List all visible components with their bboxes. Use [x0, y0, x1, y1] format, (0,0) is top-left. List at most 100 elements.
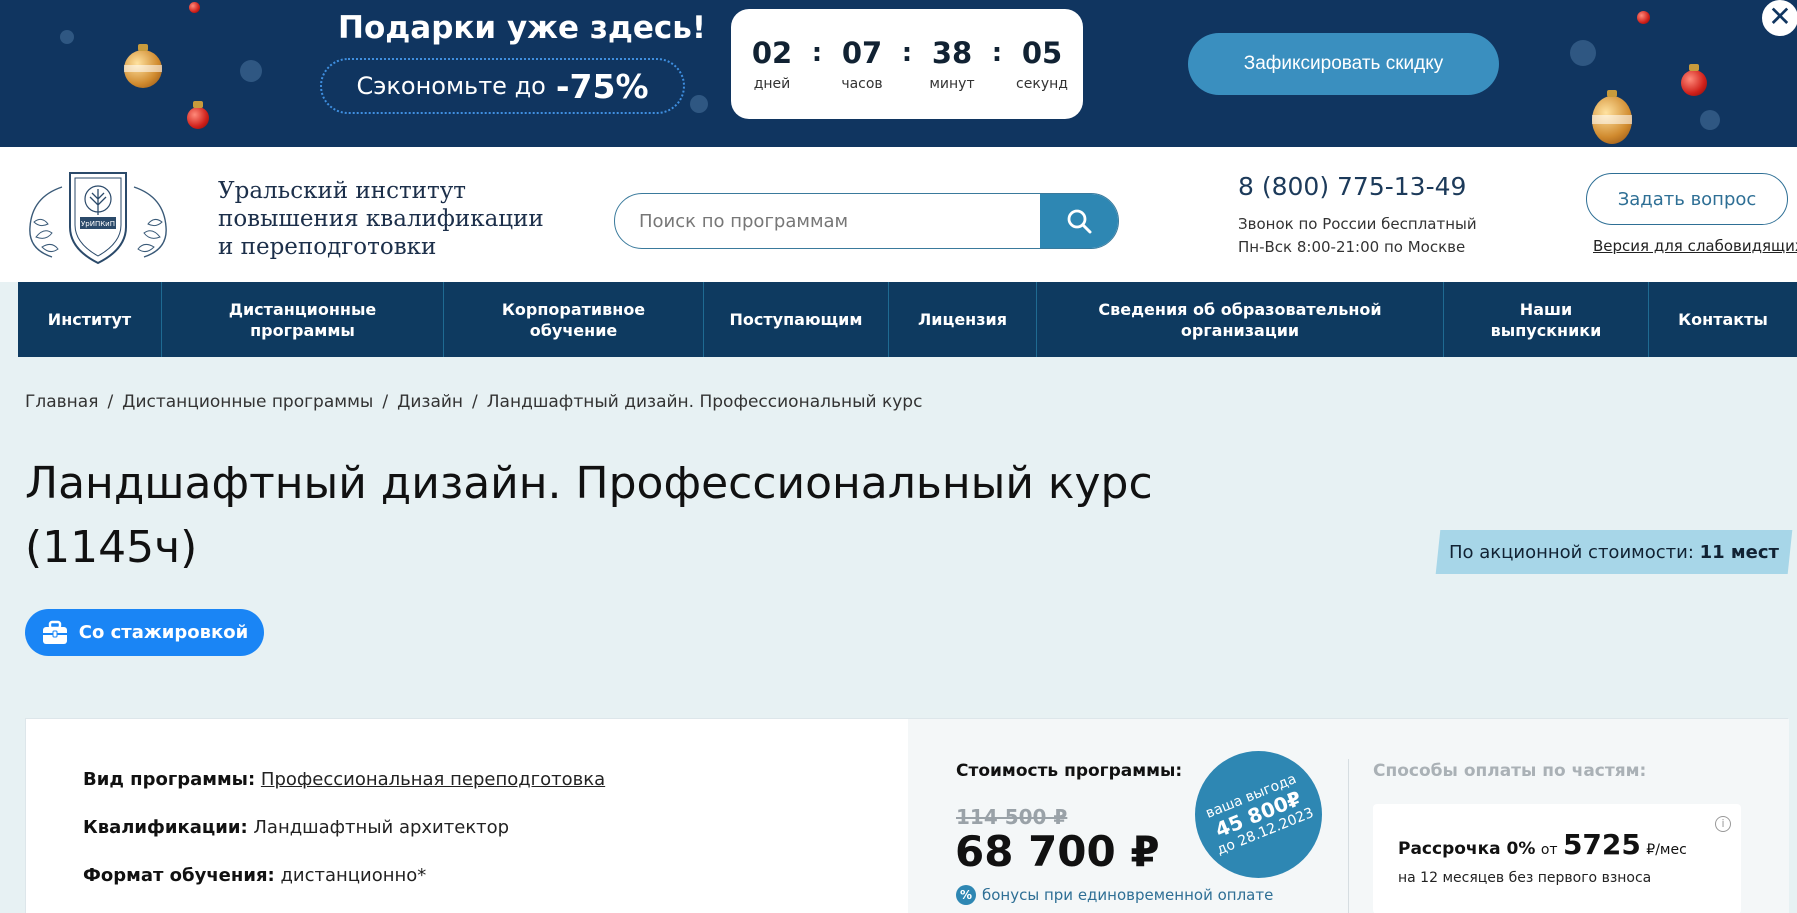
installment-amount: 5725: [1562, 828, 1641, 861]
nav-item-label: Институт: [47, 310, 132, 329]
nav-item-label: программы: [250, 320, 355, 340]
promo-seats-tag: По акционной стоимости: 11 мест: [1435, 530, 1793, 574]
timer-separator: :: [811, 38, 823, 68]
logo-line: и переподготовки: [218, 234, 437, 260]
phone-note-free: Звонок по России бесплатный: [1238, 215, 1477, 233]
installment-from: от: [1540, 842, 1558, 858]
close-icon[interactable]: ✕: [1760, 0, 1797, 38]
logo-emblem-text: УрИПКиП: [81, 220, 115, 228]
installment-label: Рассрочка 0%: [1398, 839, 1536, 859]
phone-number[interactable]: 8 (800) 775-13-49: [1238, 172, 1466, 201]
qualification-label: Квалификации:: [83, 817, 248, 838]
program-type-label: Вид программы:: [83, 769, 256, 790]
current-price: 68 700 ₽: [955, 827, 1160, 876]
timer-seconds-value: 05: [1021, 36, 1063, 70]
nav-item-label: Наши: [1519, 299, 1573, 319]
nav-item-label: Поступающим: [729, 310, 863, 329]
promo-discount-pill: Сэкономьте до -75%: [320, 58, 685, 114]
sparkle-decoration: [240, 60, 262, 82]
pricing-panel: Стоимость программы: 114 500 ₽ 68 700 ₽ …: [908, 719, 1789, 913]
program-card: Вид программы: Профессиональная переподг…: [25, 718, 1789, 913]
installment-line: Рассрочка 0% от 5725 ₽/мес: [1398, 828, 1687, 861]
nav-item-corporate[interactable]: Корпоративное обучение: [444, 282, 704, 357]
timer-days-label: дней: [753, 76, 791, 92]
program-type-row: Вид программы: Профессиональная переподг…: [83, 769, 605, 790]
timer-hours: 07 часов: [828, 36, 896, 92]
logo-line: Уральский институт: [218, 178, 466, 204]
old-price: 114 500 ₽: [956, 805, 1068, 829]
installment-note: на 12 месяцев без первого взноса: [1398, 870, 1652, 886]
search-input[interactable]: [615, 194, 1043, 248]
program-details: Вид программы: Профессиональная переподг…: [26, 719, 908, 913]
ornament-icon: [1681, 64, 1707, 96]
breadcrumb-design[interactable]: Дизайн: [397, 392, 463, 412]
nav-item-org-info[interactable]: Сведения об образовательной организации: [1037, 282, 1444, 357]
promo-banner: Подарки уже здесь! Сэкономьте до -75% 02…: [0, 0, 1797, 147]
nav-item-label: организации: [1180, 320, 1300, 340]
nav-item-institute[interactable]: Институт: [18, 282, 162, 357]
nav-item-license[interactable]: Лицензия: [889, 282, 1037, 357]
site-header: УрИПКиП Уральский институт повышения ква…: [0, 147, 1797, 282]
logo-emblem-icon[interactable]: УрИПКиП: [22, 167, 174, 267]
page-title: Ландшафтный дизайн. Профессиональный кур…: [25, 452, 1175, 580]
breadcrumb-separator: /: [472, 392, 478, 412]
installment-option[interactable]: i Рассрочка 0% от 5725 ₽/мес на 12 месяц…: [1373, 804, 1741, 913]
divider: [1348, 759, 1349, 913]
info-icon[interactable]: i: [1715, 816, 1731, 832]
timer-separator: :: [991, 38, 1003, 68]
timer-days-value: 02: [751, 36, 793, 70]
timer-hours-value: 07: [841, 36, 883, 70]
fix-discount-button[interactable]: Зафиксировать скидку: [1188, 33, 1499, 95]
countdown-timer: 02 дней : 07 часов : 38 минут : 05 секун…: [731, 9, 1083, 119]
internship-label: Со стажировкой: [78, 622, 249, 643]
nav-item-label: Сведения об образовательной: [1098, 299, 1382, 319]
nav-item-applicants[interactable]: Поступающим: [704, 282, 889, 357]
ornament-icon: [187, 101, 209, 129]
qualification-row: Квалификации: Ландшафтный архитектор: [83, 817, 509, 838]
bonus-note[interactable]: % бонусы при единовременной оплате: [956, 885, 1273, 905]
nav-item-label: Контакты: [1678, 310, 1768, 329]
timer-seconds: 05 секунд: [1008, 36, 1076, 92]
nav-item-label: Корпоративное: [501, 299, 646, 319]
sparkle-decoration: [1570, 40, 1596, 66]
installment-methods-label: Способы оплаты по частям:: [1373, 761, 1647, 781]
low-vision-link[interactable]: Версия для слабовидящих: [1593, 237, 1797, 255]
phone-note-hours: Пн-Вск 8:00-21:00 по Москве: [1238, 238, 1466, 256]
ornament-icon: [124, 44, 162, 88]
timer-minutes-label: минут: [929, 76, 975, 92]
timer-hours-label: часов: [841, 76, 883, 92]
promo-save-prefix: Сэкономьте до: [356, 72, 546, 100]
timer-days: 02 дней: [738, 36, 806, 92]
nav-item-label: Лицензия: [917, 310, 1008, 329]
breadcrumb: Главная / Дистанционные программы / Дизайн / Л…: [25, 392, 922, 412]
ornament-icon: [1637, 11, 1650, 24]
timer-minutes-value: 38: [931, 36, 973, 70]
bonus-text: бонусы при единовременной оплате: [982, 886, 1274, 904]
nav-item-label: выпускники: [1490, 320, 1602, 340]
timer-minutes: 38 минут: [918, 36, 986, 92]
breadcrumb-home[interactable]: Главная: [25, 392, 98, 412]
price-label: Стоимость программы:: [956, 761, 1183, 781]
promo-save-value: -75%: [555, 66, 649, 106]
nav-item-graduates[interactable]: Наши выпускники: [1444, 282, 1649, 357]
phone-note: Звонок по России бесплатный Пн-Вск 8:00-…: [1238, 213, 1477, 259]
page-title-line: Ландшафтный дизайн. Профессиональный кур…: [25, 458, 1153, 509]
search-box: [614, 193, 1119, 249]
savings-badge: ваша выгода 45 800₽ до 28.12.2023: [1195, 751, 1322, 878]
breadcrumb-distance-programs[interactable]: Дистанционные программы: [122, 392, 373, 412]
logo-text[interactable]: Уральский институт повышения квалификаци…: [218, 177, 544, 261]
main-nav: Институт Дистанционные программы Корпорат…: [18, 282, 1797, 357]
briefcase-icon: [42, 620, 67, 644]
promo-seats-value: 11 мест: [1699, 541, 1779, 563]
nav-item-contacts[interactable]: Контакты: [1649, 282, 1797, 357]
ask-question-button[interactable]: Задать вопрос: [1586, 173, 1788, 225]
sparkle-decoration: [60, 30, 74, 44]
nav-item-distance-programs[interactable]: Дистанционные программы: [162, 282, 444, 357]
installment-unit: ₽/мес: [1646, 842, 1687, 858]
nav-item-label: обучение: [529, 320, 618, 340]
search-icon: [1067, 209, 1092, 234]
program-type-link[interactable]: Профессиональная переподготовка: [261, 769, 605, 790]
internship-button[interactable]: Со стажировкой: [25, 609, 264, 656]
search-button[interactable]: [1040, 194, 1118, 248]
sparkle-decoration: [690, 95, 708, 113]
